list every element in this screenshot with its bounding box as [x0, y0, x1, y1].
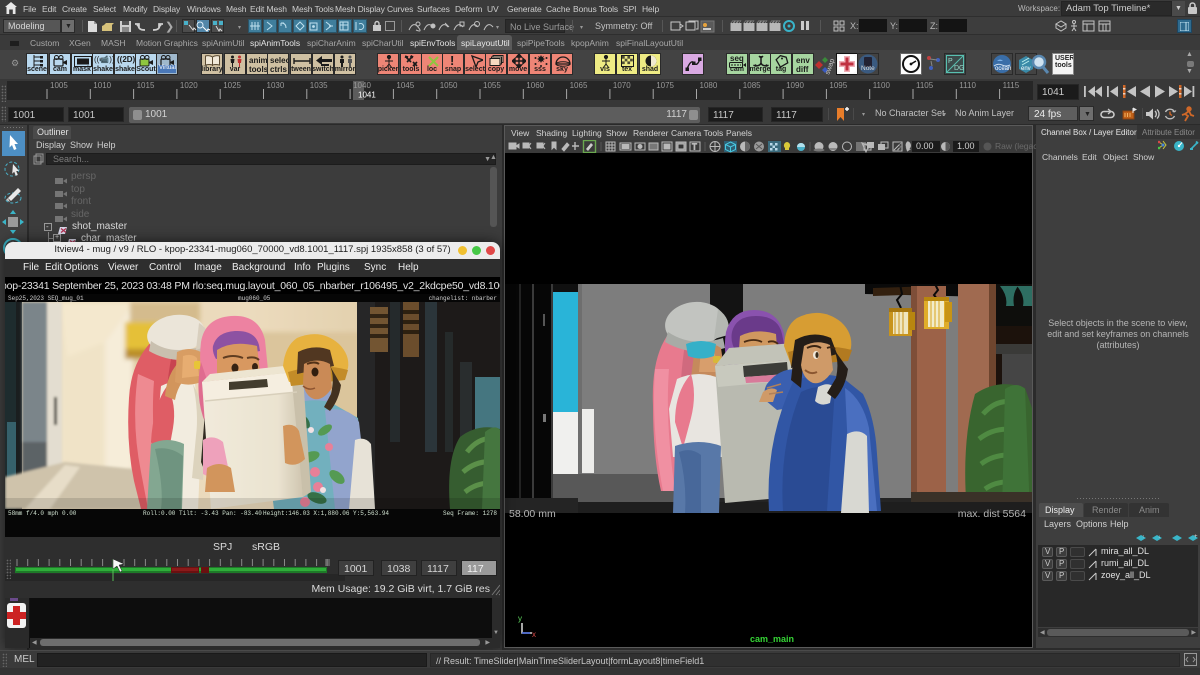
svg-text:P: P [948, 58, 953, 65]
svg-text:1035: 1035 [310, 81, 328, 90]
svg-text:1005: 1005 [50, 81, 68, 90]
svg-text:T: T [692, 143, 697, 152]
svg-text:1115: 1115 [1003, 81, 1020, 90]
svg-text:1045: 1045 [396, 81, 414, 90]
svg-text:y: y [518, 614, 522, 623]
svg-text:DG: DG [954, 65, 964, 72]
svg-text:1025: 1025 [223, 81, 241, 90]
svg-text:1020: 1020 [180, 81, 198, 90]
svg-text:x: x [532, 630, 536, 639]
svg-text:1055: 1055 [483, 81, 501, 90]
svg-text:1050: 1050 [440, 81, 458, 90]
svg-text:1110: 1110 [959, 81, 976, 90]
svg-text:↓: ↓ [1158, 534, 1161, 540]
svg-text:↑: ↑ [1142, 534, 1145, 540]
svg-text:1010: 1010 [93, 81, 111, 90]
svg-text:+: + [1194, 534, 1198, 540]
svg-text:1075: 1075 [656, 81, 674, 90]
svg-text:1030: 1030 [267, 81, 285, 90]
svg-text:1060: 1060 [526, 81, 544, 90]
svg-text:1105: 1105 [916, 81, 934, 90]
svg-text:1095: 1095 [829, 81, 847, 90]
svg-text:1070: 1070 [613, 81, 631, 90]
svg-text:1041: 1041 [358, 91, 376, 100]
svg-text:1015: 1015 [137, 81, 155, 90]
svg-text:1085: 1085 [743, 81, 761, 90]
svg-text:1090: 1090 [786, 81, 804, 90]
svg-text:Note: Note [861, 65, 875, 72]
svg-text:1040: 1040 [353, 81, 371, 90]
svg-text:1100: 1100 [873, 81, 891, 90]
svg-text:1065: 1065 [570, 81, 588, 90]
svg-text:ocean: ocean [995, 66, 1011, 72]
svg-text:1080: 1080 [700, 81, 718, 90]
